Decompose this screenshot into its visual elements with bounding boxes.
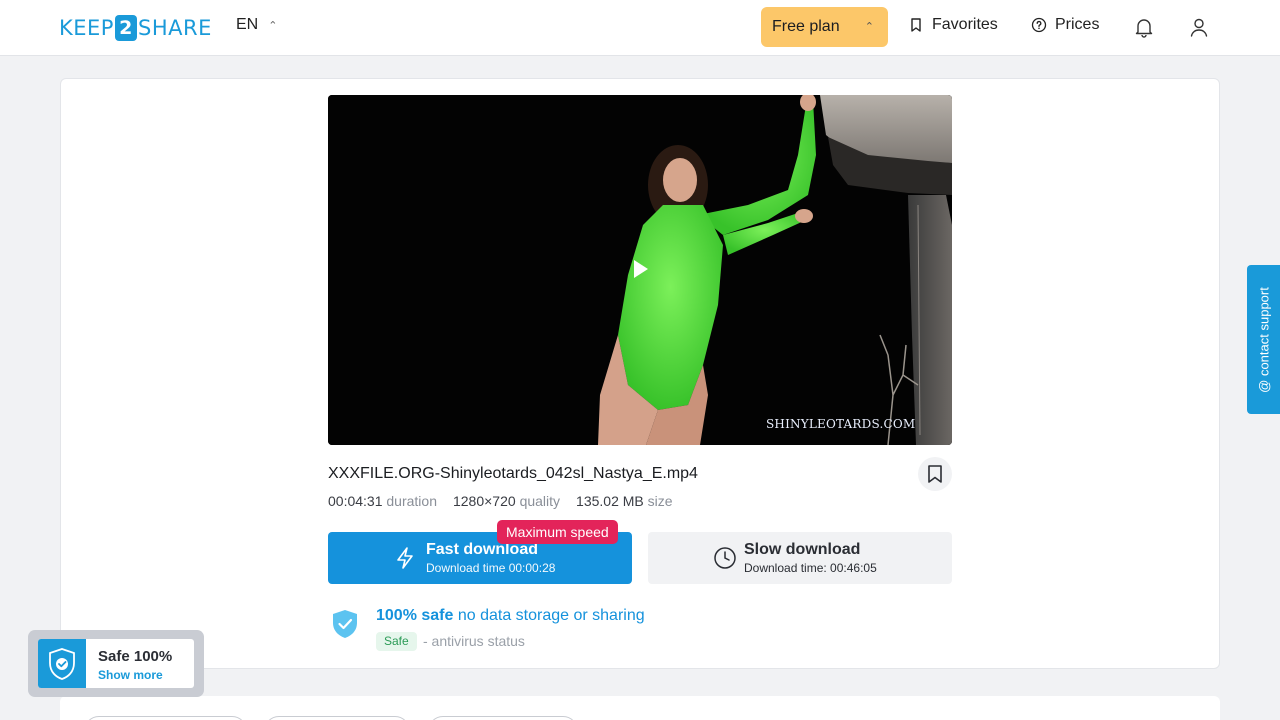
logo-text-right: SHARE xyxy=(137,16,212,40)
filter-pill[interactable] xyxy=(428,716,578,720)
clock-icon xyxy=(714,547,736,569)
top-bar: KEEP 2 SHARE EN ⌃ Free plan ⌃ Favorites … xyxy=(0,0,1280,56)
duration-info: 00:04:31 duration xyxy=(328,493,437,509)
contact-support-label: @ contact support xyxy=(1256,286,1271,393)
play-icon[interactable] xyxy=(634,260,648,278)
language-label: EN xyxy=(236,16,259,33)
duration-label: duration xyxy=(386,493,437,509)
size-value: 135.02 MB xyxy=(576,493,644,509)
plan-label: Free plan xyxy=(772,18,840,35)
fast-download-time: Download time 00:00:28 xyxy=(426,561,556,575)
safety-headline-bold: 100% safe xyxy=(376,607,454,624)
lightning-icon xyxy=(397,547,413,569)
favorites-label: Favorites xyxy=(932,16,998,33)
keep2share-logo[interactable]: KEEP 2 SHARE xyxy=(59,14,212,42)
show-more-link[interactable]: Show more xyxy=(98,668,163,682)
antivirus-status-label: - antivirus status xyxy=(423,633,525,649)
size-info: 135.02 MB size xyxy=(576,493,673,509)
maximum-speed-badge: Maximum speed xyxy=(497,520,618,544)
filter-pill[interactable] xyxy=(264,716,410,720)
favorites-link[interactable]: Favorites xyxy=(908,16,998,34)
quality-info: 1280×720 quality xyxy=(453,493,560,509)
video-watermark: SHINYLEOTARDS.COM xyxy=(766,417,916,431)
prices-label: Prices xyxy=(1055,16,1100,33)
chevron-up-icon: ⌃ xyxy=(864,21,874,33)
safety-headline: 100% safe no data storage or sharing xyxy=(376,607,645,625)
notifications-bell-icon[interactable] xyxy=(1131,14,1157,40)
quality-label: quality xyxy=(519,493,561,509)
quality-value: 1280×720 xyxy=(452,493,516,509)
logo-text-left: KEEP xyxy=(59,16,114,40)
bookmark-icon xyxy=(911,18,921,32)
language-selector[interactable]: EN ⌃ xyxy=(236,16,277,34)
file-name: XXXFILE.ORG-Shinyleotards_042sl_Nastya_E… xyxy=(328,465,698,482)
safe-widget-title: Safe 100% xyxy=(98,648,173,665)
logo-number: 2 xyxy=(114,15,137,41)
safety-headline-rest: no data storage or sharing xyxy=(457,607,645,624)
duration-value: 00:04:31 xyxy=(328,493,383,509)
prices-link[interactable]: Prices xyxy=(1031,16,1099,34)
safe-widget-card: Safe 100% Show more xyxy=(38,639,194,688)
file-meta: 00:04:31 duration 1280×720 quality 135.0… xyxy=(328,493,673,509)
shield-check-icon xyxy=(333,610,357,638)
add-favorite-button[interactable] xyxy=(918,457,952,491)
filter-pill[interactable] xyxy=(84,716,247,720)
slow-download-button[interactable]: Slow download Download time: 00:46:05 xyxy=(648,532,952,584)
slow-download-title: Slow download xyxy=(744,541,861,558)
chevron-up-icon: ⌃ xyxy=(268,19,278,32)
shield-check-icon xyxy=(38,639,86,688)
contact-support-tab[interactable]: @ contact support xyxy=(1247,265,1280,414)
user-account-icon[interactable] xyxy=(1186,14,1212,40)
size-label: size xyxy=(647,493,673,509)
safe-widget[interactable]: Safe 100% Show more xyxy=(28,630,204,697)
antivirus-status-badge: Safe xyxy=(376,632,417,651)
bookmark-icon xyxy=(928,465,942,483)
free-plan-button[interactable]: Free plan ⌃ xyxy=(761,7,888,47)
slow-download-time: Download time: 00:46:05 xyxy=(744,561,877,575)
help-circle-icon xyxy=(1031,17,1047,33)
